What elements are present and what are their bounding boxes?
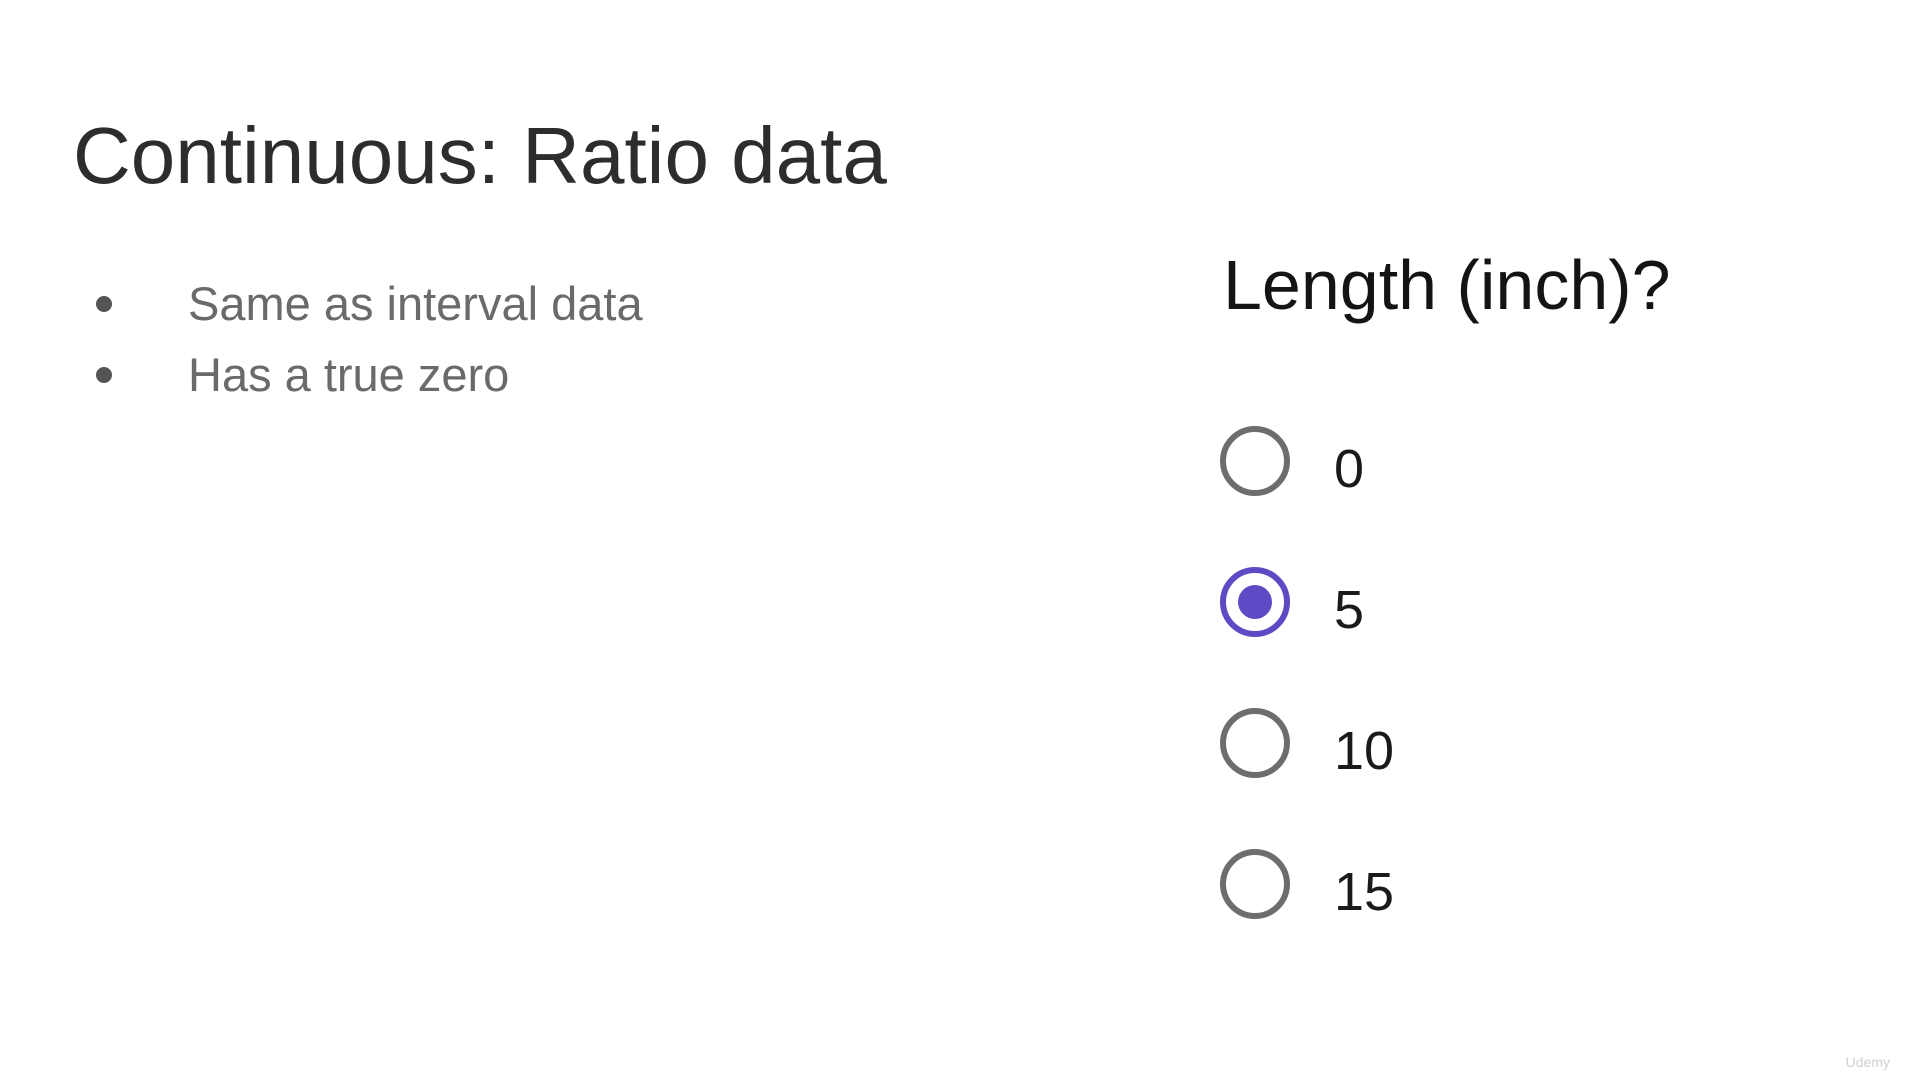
slide: Continuous: Ratio data Same as interval … — [0, 0, 1920, 1080]
radio-button-5[interactable] — [1220, 566, 1290, 637]
radio-label-0[interactable]: 0 — [1334, 438, 1364, 500]
slide-title: Continuous: Ratio data — [73, 111, 887, 200]
radio-option-15[interactable]: 15 — [1220, 813, 1394, 954]
radio-group: 0 5 10 15 — [1220, 390, 1394, 954]
bullet-item: Same as interval data — [96, 268, 643, 339]
radio-button-10[interactable] — [1220, 707, 1290, 778]
bullet-text: Same as interval data — [188, 277, 643, 330]
radio-label-10[interactable]: 10 — [1334, 720, 1394, 782]
radio-option-0[interactable]: 0 — [1220, 390, 1394, 531]
quiz-question: Length (inch)? — [1223, 246, 1671, 324]
radio-option-10[interactable]: 10 — [1220, 672, 1394, 813]
bullet-dot-icon — [96, 366, 112, 383]
bullet-text: Has a true zero — [188, 348, 510, 401]
bullet-item: Has a true zero — [96, 339, 643, 410]
bullet-list: Same as interval data Has a true zero — [96, 268, 643, 410]
radio-option-5[interactable]: 5 — [1220, 531, 1394, 672]
radio-label-5[interactable]: 5 — [1334, 579, 1364, 641]
radio-button-15[interactable] — [1220, 848, 1290, 919]
radio-selected-dot-icon — [1238, 584, 1272, 619]
bullet-dot-icon — [96, 295, 112, 312]
udemy-watermark: Udemy — [1845, 1054, 1890, 1070]
radio-label-15[interactable]: 15 — [1334, 861, 1394, 923]
radio-button-0[interactable] — [1220, 425, 1290, 496]
